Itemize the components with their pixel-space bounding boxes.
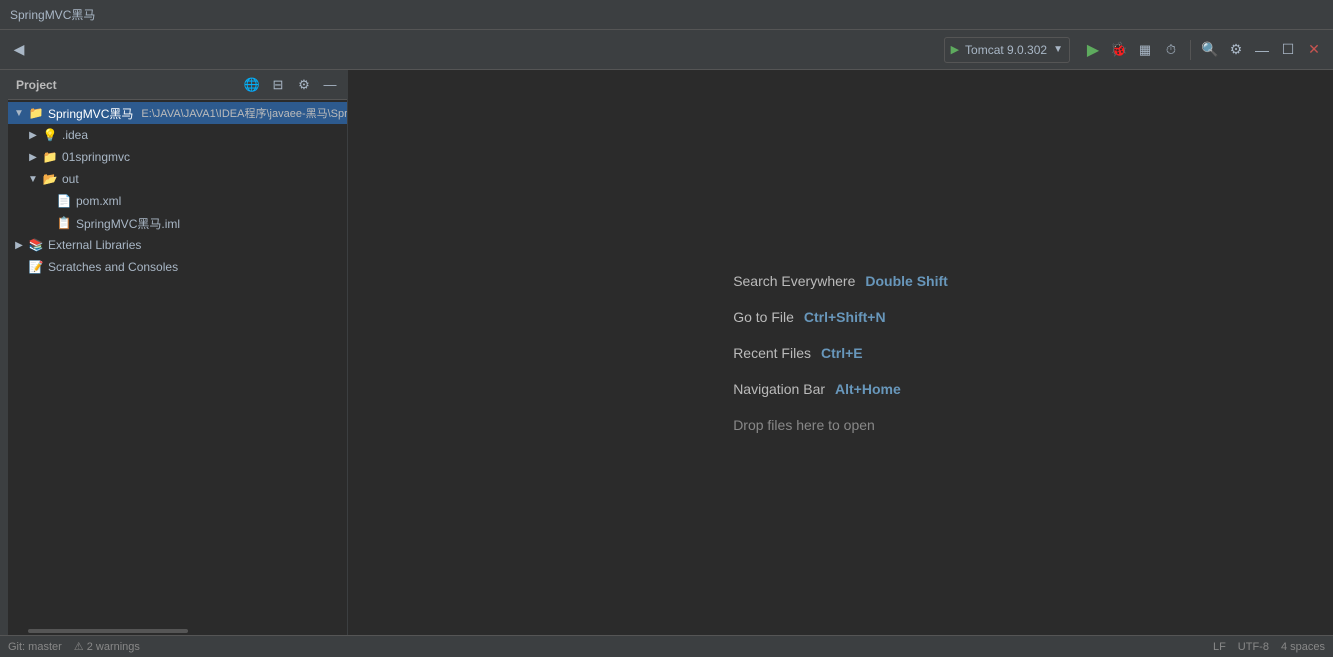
navigation-bar-label: Navigation Bar (733, 381, 825, 397)
tree-item-scratches[interactable]: 📝 Scratches and Consoles (8, 256, 347, 278)
sidebar-collapse-icon[interactable]: ⊟ (269, 76, 287, 94)
tree-label-idea: .idea (62, 128, 88, 142)
drop-files-label: Drop files here to open (733, 417, 875, 433)
coverage-button[interactable]: ▦ (1134, 39, 1156, 61)
maximize-icon[interactable]: ☐ (1277, 39, 1299, 61)
status-git[interactable]: Git: master (8, 641, 62, 653)
recent-files-line: Recent Files Ctrl+E (733, 345, 862, 361)
tree-sublabel-root: E:\JAVA\JAVA1\IDEA程序\javaee-黑马\SpringMVC… (141, 105, 347, 121)
tree-label-out: out (62, 172, 79, 186)
tree-arrow-01springmvc (26, 150, 40, 164)
tree-label-iml: SpringMVC黑马.iml (76, 215, 180, 232)
sidebar-header: Project 🌐 ⊟ ⚙ — (8, 70, 347, 100)
tree-item-idea[interactable]: 💡 .idea (8, 124, 347, 146)
toolbar: ◀ ▶ Tomcat 9.0.302 ▼ ▶ 🐞 ▦ ⏱ 🔍 (0, 30, 1333, 70)
recent-files-shortcut: Ctrl+E (821, 345, 863, 361)
tree-icon-01springmvc: 📁 (42, 149, 58, 165)
tree-item-01springmvc[interactable]: 📁 01springmvc (8, 146, 347, 168)
tree-item-root[interactable]: 📁SpringMVC黑马 E:\JAVA\JAVA1\IDEA程序\javaee-… (8, 102, 347, 124)
run-config-label: Tomcat 9.0.302 (965, 43, 1047, 57)
status-right: LF UTF-8 4 spaces (1213, 641, 1325, 653)
tree-item-pom[interactable]: 📄 pom.xml (8, 190, 347, 212)
search-everywhere-shortcut: Double Shift (865, 273, 947, 289)
search-everywhere-label: Search Everywhere (733, 273, 855, 289)
navigation-bar-shortcut: Alt+Home (835, 381, 901, 397)
project-tree: 📁SpringMVC黑马E:\JAVA\JAVA1\IDEA程序\javaee-… (8, 100, 347, 627)
tree-arrow-ext-libs (12, 238, 26, 252)
navigation-bar-line: Navigation Bar Alt+Home (733, 381, 901, 397)
debug-icon: 🐞 (1110, 41, 1127, 58)
tree-icon-iml: 📋 (56, 215, 72, 231)
debug-button[interactable]: 🐞 (1108, 39, 1130, 61)
close-icon[interactable]: ✕ (1303, 39, 1325, 61)
toolbar-separator (1190, 40, 1191, 60)
profile-icon: ⏱ (1166, 42, 1176, 58)
tree-item-out[interactable]: 📂 out (8, 168, 347, 190)
run-config-dropdown-arrow: ▼ (1053, 44, 1063, 55)
drop-files-line: Drop files here to open (733, 417, 875, 433)
go-to-file-label: Go to File (733, 309, 794, 325)
search-everywhere-line: Search Everywhere Double Shift (733, 273, 948, 289)
coverage-icon: ▦ (1139, 42, 1151, 58)
tree-label-scratches: Scratches and Consoles (48, 260, 178, 274)
search-icon[interactable]: 🔍 (1199, 39, 1221, 61)
sidebar-scrollbar-thumb (28, 629, 188, 633)
tree-icon-ext-libs: 📚 (28, 237, 44, 253)
welcome-content: Search Everywhere Double Shift Go to Fil… (733, 273, 948, 433)
tree-label-01springmvc: 01springmvc (62, 150, 130, 164)
toolbar-icon-back[interactable]: ◀ (8, 39, 30, 61)
main-area: Project 🌐 ⊟ ⚙ — 📁SpringMVC黑马E:\JAVA\JAVA… (0, 70, 1333, 635)
profile-button[interactable]: ⏱ (1160, 39, 1182, 61)
status-lf[interactable]: LF (1213, 641, 1226, 653)
sidebar-settings-icon[interactable]: ⚙ (295, 76, 313, 94)
tree-arrow-out (26, 172, 40, 186)
tree-icon-root: 📁 (28, 105, 44, 121)
sidebar-header-label: Project (16, 78, 235, 92)
run-icon: ▶ (1087, 40, 1099, 60)
settings-icon[interactable]: ⚙ (1225, 39, 1247, 61)
tree-item-iml[interactable]: 📋SpringMVC黑马.iml (8, 212, 347, 234)
status-warnings[interactable]: ⚠ 2 warnings (74, 640, 140, 653)
sidebar: Project 🌐 ⊟ ⚙ — 📁SpringMVC黑马E:\JAVA\JAVA… (8, 70, 348, 635)
run-button[interactable]: ▶ (1082, 39, 1104, 61)
tree-icon-pom: 📄 (56, 193, 72, 209)
tree-icon-out: 📂 (42, 171, 58, 187)
tree-arrow-idea (26, 128, 40, 142)
tree-label-root: SpringMVC黑马 (48, 105, 133, 122)
tree-item-ext-libs[interactable]: 📚 External Libraries (8, 234, 347, 256)
tree-label-pom: pom.xml (76, 194, 121, 208)
left-strip (0, 70, 8, 635)
minimize-icon[interactable]: — (1251, 39, 1273, 61)
status-bar: Git: master ⚠ 2 warnings LF UTF-8 4 spac… (0, 635, 1333, 657)
sidebar-scrollbar[interactable] (8, 627, 347, 635)
sidebar-globe-icon[interactable]: 🌐 (243, 76, 261, 94)
go-to-file-shortcut: Ctrl+Shift+N (804, 309, 886, 325)
sidebar-minus-icon[interactable]: — (321, 76, 339, 94)
tree-icon-idea: 💡 (42, 127, 58, 143)
title-bar: SpringMVC黑马 (0, 0, 1333, 30)
right-toolbar-icons: 🔍 ⚙ — ☐ ✕ (1199, 39, 1325, 61)
title-text: SpringMVC黑马 (10, 6, 95, 23)
go-to-file-line: Go to File Ctrl+Shift+N (733, 309, 885, 325)
run-buttons: ▶ 🐞 ▦ ⏱ (1082, 39, 1182, 61)
tree-icon-scratches: 📝 (28, 259, 44, 275)
recent-files-label: Recent Files (733, 345, 811, 361)
run-config-selector[interactable]: ▶ Tomcat 9.0.302 ▼ (944, 37, 1070, 63)
status-encoding[interactable]: UTF-8 (1238, 641, 1269, 653)
status-indent[interactable]: 4 spaces (1281, 641, 1325, 653)
editor-area: Search Everywhere Double Shift Go to Fil… (348, 70, 1333, 635)
tree-label-ext-libs: External Libraries (48, 238, 141, 252)
tree-arrow-root (12, 106, 26, 120)
